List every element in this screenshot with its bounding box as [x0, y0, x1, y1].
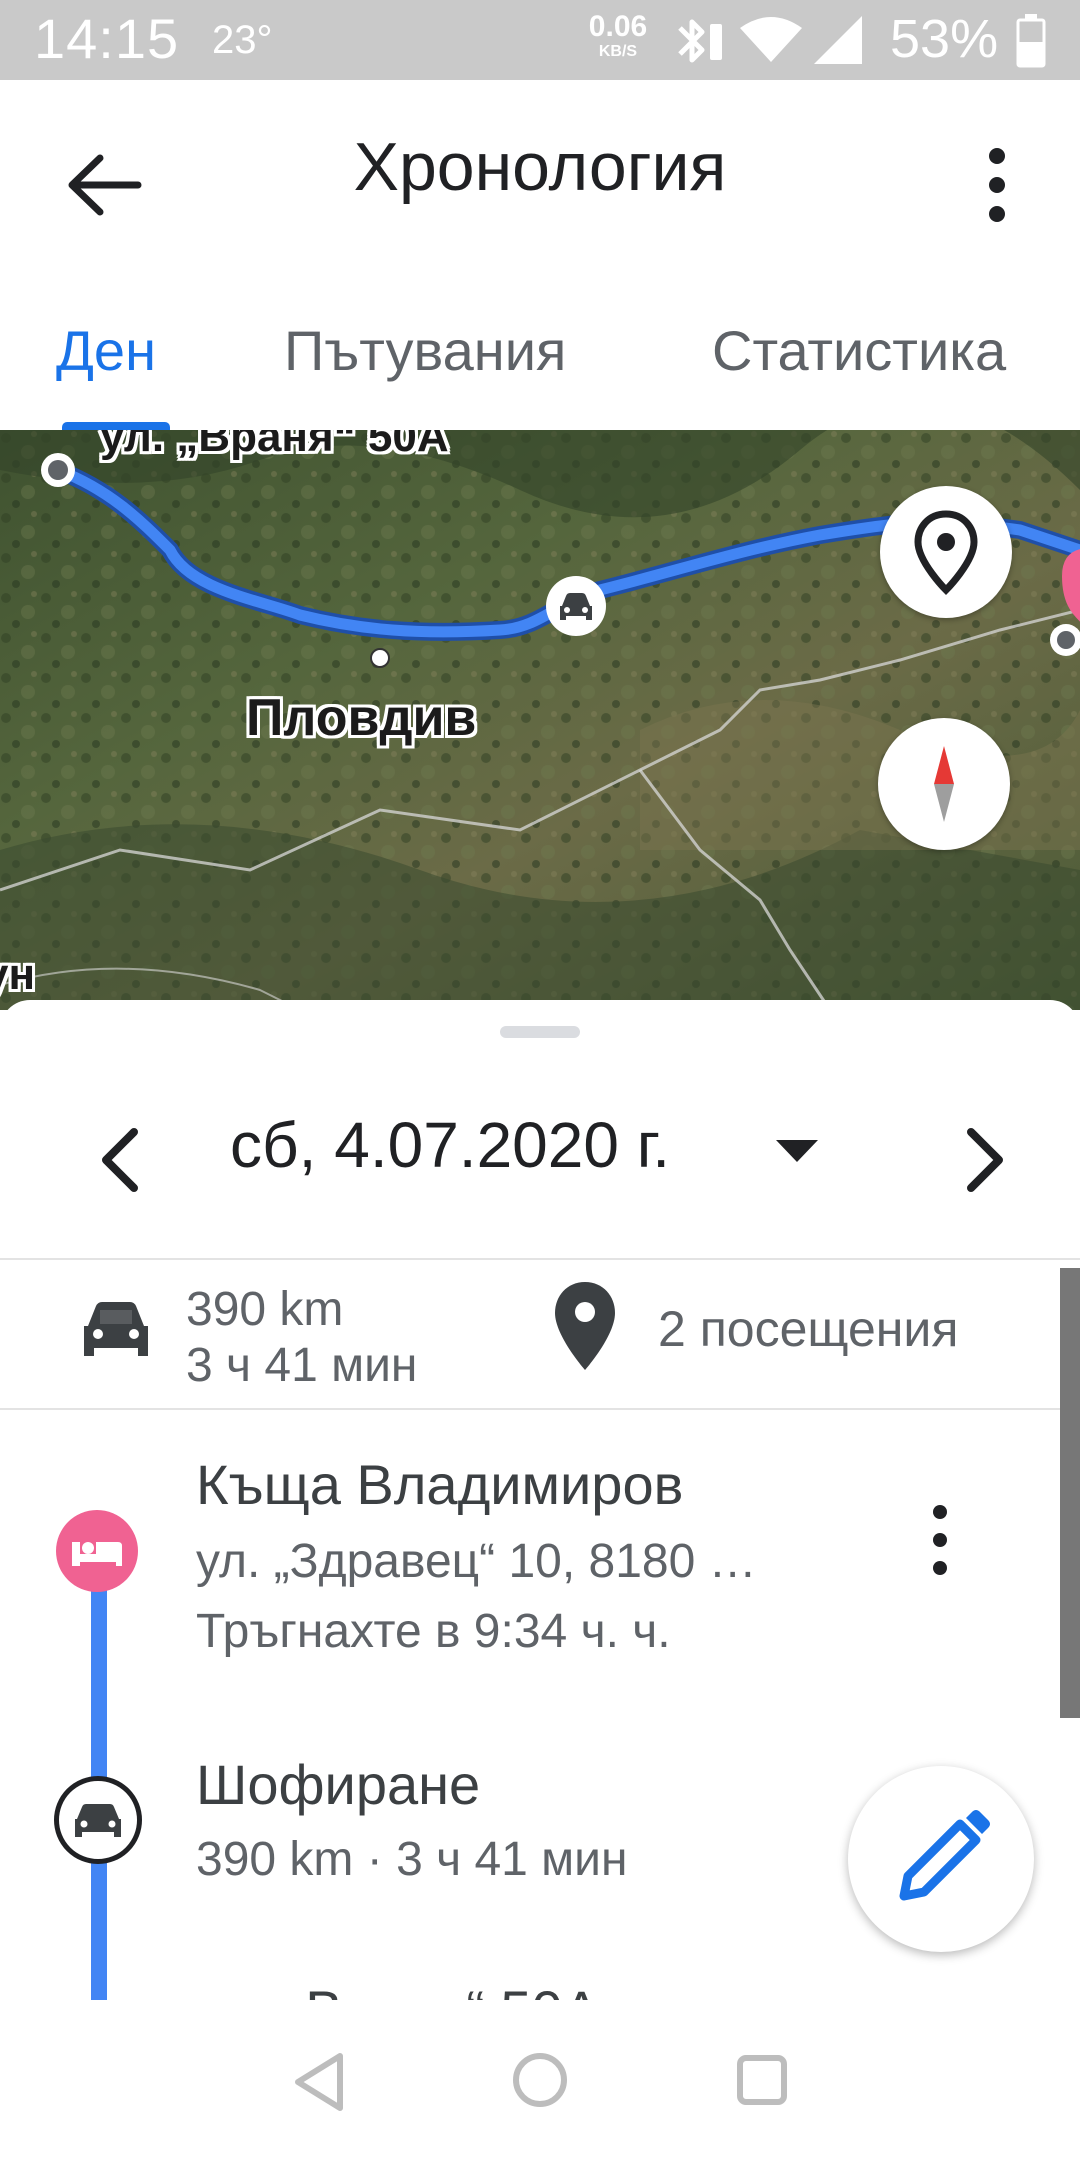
recents-square-icon[interactable]: [734, 2052, 790, 2108]
driving-marker: [54, 1776, 142, 1864]
home-circle-icon[interactable]: [510, 2050, 570, 2110]
net-speed-value: 0.06: [588, 10, 648, 43]
timeline-line: [91, 1590, 107, 1780]
battery-icon: [1016, 14, 1046, 68]
net-speed-unit: KB/S: [598, 43, 638, 60]
divider: [0, 1408, 1080, 1410]
status-time: 14:15: [34, 7, 180, 70]
map-edge-label: ун: [0, 950, 36, 999]
dropdown-arrow-icon[interactable]: [772, 1130, 822, 1170]
tab-statistics[interactable]: Статистика: [712, 318, 1006, 383]
wifi-icon: [740, 17, 802, 62]
activity-detail: 390 km · 3 ч 41 мин: [196, 1833, 628, 1886]
map-street-label: ул. „Враня“ 50А: [100, 430, 449, 461]
summary-distance: 390 km: [186, 1283, 344, 1336]
hotel-bed-icon: [72, 1542, 122, 1566]
status-temperature: 23°: [212, 18, 273, 62]
bluetooth-icon: [678, 19, 722, 63]
location-pin-icon: [914, 510, 978, 595]
edit-button[interactable]: [848, 1766, 1034, 1952]
status-bar: 14:15 23° 0.06 KB/S 53%: [0, 0, 1080, 80]
signal-icon: [814, 16, 862, 64]
status-net-speed: 0.06 KB/S: [585, 12, 651, 60]
compass-button[interactable]: [878, 718, 1010, 850]
map-city-label: Пловдив: [246, 689, 477, 747]
pencil-icon: [899, 1810, 990, 1901]
chevron-right-icon[interactable]: [955, 1120, 1015, 1200]
sheet-drag-handle[interactable]: [500, 1026, 580, 1038]
timeline-line: [91, 1860, 107, 2000]
map-pin-icon: [555, 1282, 615, 1370]
scrollbar[interactable]: [1060, 1268, 1080, 1718]
summary-visits: 2 посещения: [658, 1301, 959, 1357]
location-pin-button[interactable]: [880, 486, 1012, 618]
chevron-left-icon[interactable]: [90, 1120, 150, 1200]
page-title: Хронология: [353, 129, 727, 205]
battery-percent: 53%: [890, 9, 999, 69]
car-icon: [84, 1302, 148, 1356]
more-vert-icon[interactable]: [970, 140, 1024, 230]
back-triangle-icon[interactable]: [290, 2050, 348, 2114]
hotel-marker: [56, 1510, 138, 1592]
summary-duration: 3 ч 41 мин: [186, 1339, 418, 1392]
more-vert-icon[interactable]: [920, 1500, 960, 1580]
place-title[interactable]: Къща Владимиров: [196, 1452, 683, 1517]
divider: [0, 1258, 1080, 1260]
place-departure: Тръгнахте в 9:34 ч. ч.: [196, 1605, 671, 1658]
date-label[interactable]: сб, 4.07.2020 г.: [230, 1108, 670, 1182]
place-address: ул. „Здравец“ 10, 8180 …: [196, 1535, 757, 1588]
compass-icon: [934, 746, 954, 822]
activity-title[interactable]: Шофиране: [196, 1752, 480, 1817]
tab-day[interactable]: Ден: [56, 318, 156, 383]
system-nav-bar: [0, 2000, 1080, 2160]
tab-trips[interactable]: Пътувания: [284, 318, 566, 383]
car-icon: [75, 1804, 121, 1837]
